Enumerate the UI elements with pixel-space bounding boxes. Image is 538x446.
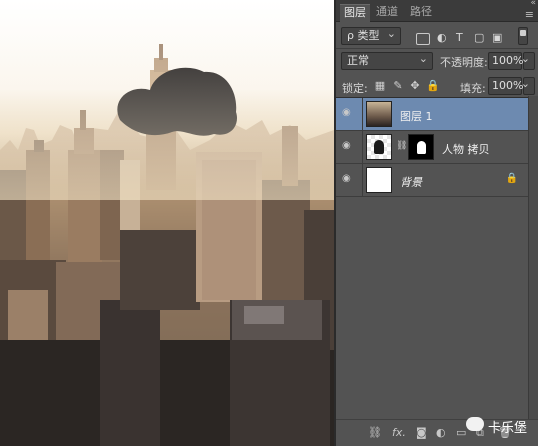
wechat-logo-icon [466, 417, 484, 431]
layer-row[interactable]: ◉ ⛓ 人物 拷贝 [336, 131, 528, 164]
visibility-eye-icon[interactable]: ◉ [342, 108, 354, 118]
fill-input[interactable]: 100% [488, 77, 523, 95]
opacity-label: 不透明度: [440, 56, 488, 69]
visibility-eye-icon[interactable]: ◉ [342, 141, 354, 151]
layer-name[interactable]: 人物 拷贝 [442, 141, 490, 157]
lock-image-pixels-icon[interactable]: ✎ [392, 80, 404, 92]
type-filter-icon[interactable]: T [456, 31, 463, 44]
filter-kind-dropdown[interactable]: ρ 类型 [341, 26, 401, 45]
new-group-icon[interactable]: ▭ [456, 427, 466, 439]
lock-transparent-pixels-icon[interactable]: ▦ [374, 80, 386, 92]
fill-label: 填充: [460, 82, 486, 95]
shape-filter-icon[interactable]: ▢ [474, 31, 484, 44]
layer-thumbnail [366, 101, 392, 127]
smart-object-filter-icon[interactable]: ▣ [492, 31, 502, 44]
lock-all-icon[interactable]: 🔒 [426, 80, 440, 92]
chain-link-icon[interactable]: ⛓ [396, 141, 407, 151]
opacity-slider-toggle[interactable] [521, 51, 535, 70]
city-photo [0, 0, 334, 446]
filter-toggle-switch[interactable] [518, 27, 528, 45]
layer-name[interactable]: 图层 1 [400, 108, 433, 124]
panel-tabs: « 图层 通道 路径 ≡ [336, 0, 538, 22]
add-mask-icon[interactable]: ◙ [416, 427, 427, 439]
lock-label: 锁定: [342, 82, 368, 95]
fill-slider-toggle[interactable] [521, 76, 535, 95]
tab-channels[interactable]: 通道 [372, 4, 402, 22]
watermark: 卡乐堡 [466, 414, 538, 440]
layers-list: ◉ 图层 1 ◉ ⛓ 人物 拷贝 ◉ 背景 🔒 [336, 98, 528, 419]
image-filter-icon[interactable] [416, 33, 430, 45]
layers-panel: « 图层 通道 路径 ≡ ρ 类型 ◐ T ▢ ▣ 正常 不透明度: 100% … [334, 0, 538, 446]
document-canvas[interactable] [0, 0, 334, 446]
layer-name[interactable]: 背景 [400, 174, 422, 190]
layer-row[interactable]: ◉ 背景 🔒 [336, 164, 528, 197]
visibility-eye-icon[interactable]: ◉ [342, 174, 354, 184]
layer-thumbnail [366, 134, 392, 160]
watermark-text: 卡乐堡 [488, 421, 528, 436]
tab-paths[interactable]: 路径 [406, 4, 436, 22]
link-layers-icon[interactable]: ⛓ [368, 427, 382, 439]
layer-row[interactable]: ◉ 图层 1 [336, 98, 528, 131]
collapse-arrows-icon[interactable]: « [530, 0, 536, 8]
layer-thumbnail [366, 167, 392, 193]
blend-mode-dropdown[interactable]: 正常 [341, 51, 433, 70]
add-layer-style-button[interactable]: fx. [392, 427, 406, 439]
layer-lock-icon: 🔒 [505, 173, 518, 184]
lock-position-icon[interactable]: ✥ [409, 80, 421, 92]
tab-layers[interactable]: 图层 [340, 4, 370, 22]
new-adjustment-layer-icon[interactable]: ◐ [436, 427, 446, 439]
panel-menu-icon[interactable]: ≡ [525, 8, 534, 21]
opacity-input[interactable]: 100% [488, 52, 523, 70]
adjustment-filter-icon[interactable]: ◐ [437, 31, 447, 44]
layers-scrollbar[interactable] [528, 96, 538, 419]
layer-mask-thumbnail[interactable] [408, 134, 434, 160]
